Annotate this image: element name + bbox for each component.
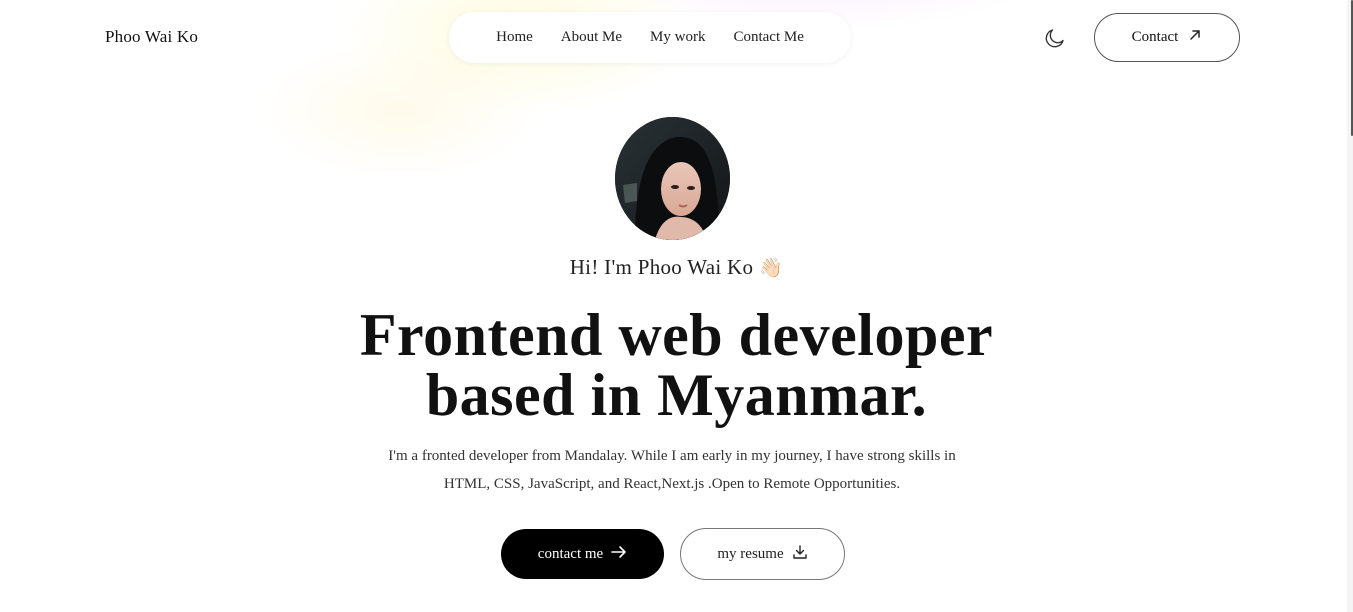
contact-me-button[interactable]: contact me: [501, 529, 664, 579]
nav-item-my-work[interactable]: My work: [650, 29, 705, 46]
site-logo[interactable]: Phoo Wai Ko: [105, 27, 198, 47]
contact-button-label: Contact: [1131, 29, 1179, 45]
nav-item-home[interactable]: Home: [496, 29, 533, 46]
profile-avatar: [615, 117, 730, 240]
waving-hand-icon: 👋🏻: [759, 257, 784, 279]
my-resume-button[interactable]: my resume: [680, 528, 845, 580]
hero-description: I'm a fronted developer from Mandalay. W…: [372, 442, 972, 498]
page-scrollbar[interactable]: [1347, 0, 1353, 612]
greeting: Hi! I'm Phoo Wai Ko 👋🏻: [0, 255, 1353, 280]
nav-item-about-me[interactable]: About Me: [561, 29, 622, 46]
download-icon: [792, 544, 808, 565]
hero-headline: Frontend web developer based in Myanmar.: [0, 305, 1353, 425]
my-resume-label: my resume: [717, 545, 784, 562]
main-nav: Home About Me My work Contact Me: [449, 12, 851, 63]
headline-line-1: Frontend web developer: [359, 302, 994, 368]
arrow-up-right-icon: [1188, 28, 1202, 47]
arrow-right-icon: [611, 545, 627, 564]
nav-item-contact-me[interactable]: Contact Me: [733, 29, 803, 46]
headline-line-2: based in Myanmar.: [425, 362, 928, 428]
contact-me-label: contact me: [537, 545, 604, 562]
description-line-2: HTML, CSS, JavaScript, and React,Next.js…: [443, 476, 901, 492]
description-line-1: I'm a fronted developer from Mandalay. W…: [388, 448, 956, 464]
greeting-text: Hi! I'm Phoo Wai Ko: [569, 255, 754, 279]
moon-icon[interactable]: [1043, 26, 1067, 50]
contact-button[interactable]: Contact: [1094, 13, 1240, 62]
